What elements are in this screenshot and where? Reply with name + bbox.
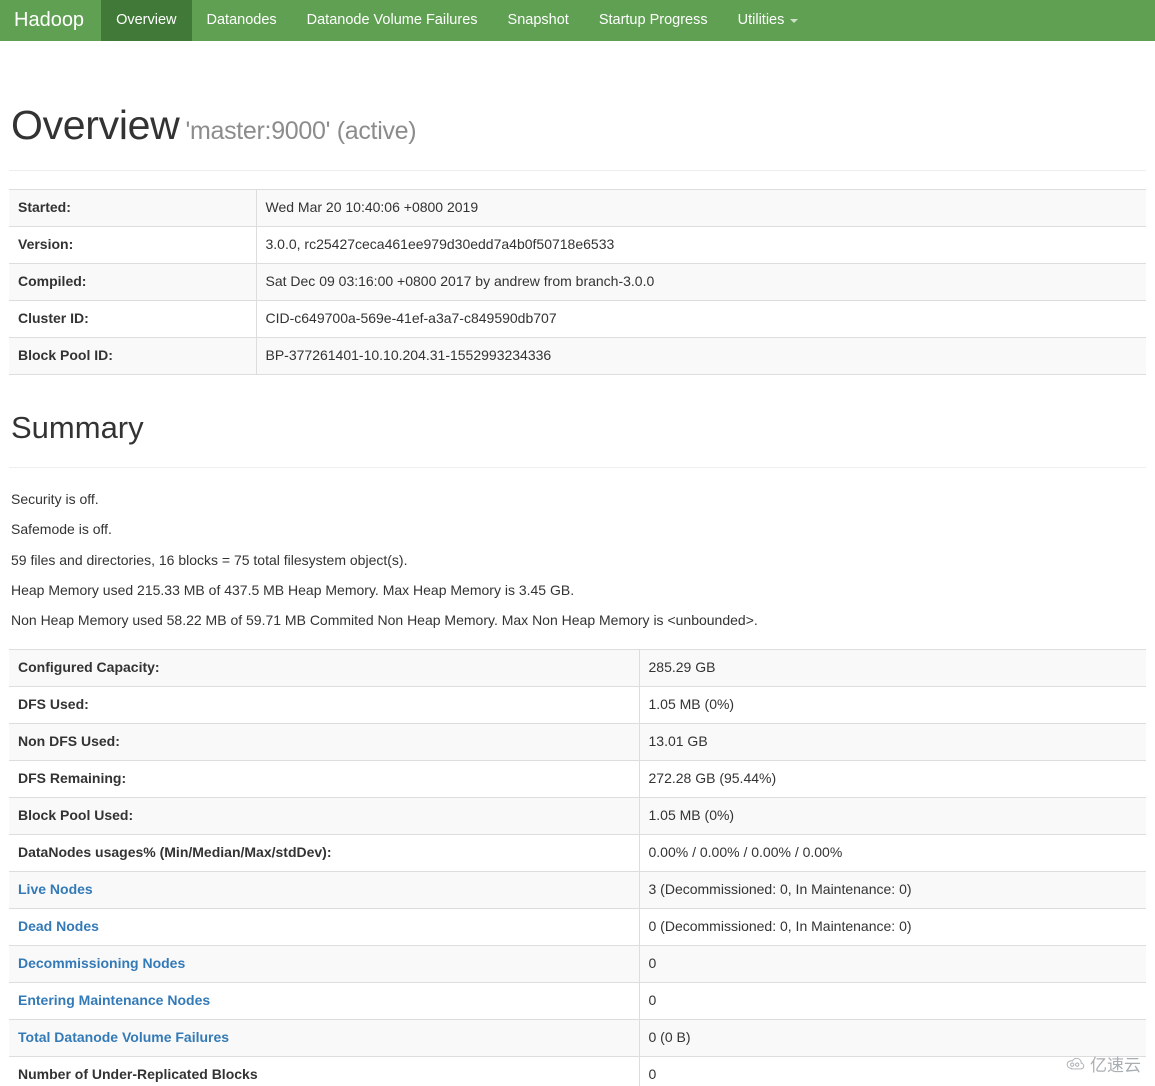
summary-link-entering-maintenance-nodes[interactable]: Entering Maintenance Nodes — [18, 992, 210, 1008]
table-row: Cluster ID: CID-c649700a-569e-41ef-a3a7-c… — [9, 300, 1146, 339]
summary-row-label: Live Nodes — [9, 870, 639, 909]
summary-row-value: 285.29 GB — [638, 648, 1146, 687]
overview-row-value: Wed Mar 20 10:40:06 +0800 2019 — [255, 189, 1146, 228]
summary-link-decommissioning-nodes[interactable]: Decommissioning Nodes — [18, 955, 185, 971]
overview-table: Started: Wed Mar 20 10:40:06 +0800 2019 Ve… — [9, 189, 1146, 376]
summary-row-value: 0 (0 B) — [638, 1018, 1146, 1057]
table-row: Total Datanode Volume Failures 0 (0 B) — [9, 1018, 1146, 1057]
summary-row-value: 13.01 GB — [638, 722, 1146, 761]
summary-row-value: 0 (Decommissioned: 0, In Maintenance: 0) — [638, 907, 1146, 946]
nav-item-label: Startup Progress — [598, 12, 708, 29]
table-row: DFS Remaining: 272.28 GB (95.44%) — [9, 759, 1146, 798]
main-container: Overview'master:9000' (active) Started: W… — [0, 102, 1155, 1086]
summary-row-label: DataNodes usages% (Min/Median/Max/stdDev… — [9, 833, 639, 872]
summary-row-value: 1.05 MB (0%) — [638, 685, 1146, 724]
nav-item-datanodes[interactable]: Datanodes — [192, 0, 292, 41]
table-row: Number of Under-Replicated Blocks 0 — [9, 1055, 1146, 1086]
table-row: Entering Maintenance Nodes 0 — [9, 981, 1146, 1020]
summary-line: 59 files and directories, 16 blocks = 75… — [11, 551, 408, 568]
summary-row-value: 0 — [638, 981, 1146, 1020]
summary-row-label: Configured Capacity: — [9, 648, 639, 687]
table-row: DFS Used: 1.05 MB (0%) — [9, 685, 1146, 724]
hadoop-brand-link[interactable]: Hadoop — [0, 0, 101, 41]
summary-row-label: Non DFS Used: — [9, 722, 639, 761]
summary-heading: Summary — [11, 410, 144, 446]
overview-row-value: 3.0.0, rc25427ceca461ee979d30edd7a4b0f50… — [255, 226, 1146, 265]
summary-row-label: DFS Used: — [9, 685, 639, 724]
chevron-down-icon — [790, 18, 799, 23]
summary-line: Non Heap Memory used 58.22 MB of 59.71 M… — [11, 612, 758, 629]
page-title-subtitle: 'master:9000' (active) — [185, 117, 417, 145]
nav-item-startup-progress[interactable]: Startup Progress — [584, 0, 723, 41]
nav-item-label: Datanode Volume Failures — [306, 12, 478, 29]
top-navbar: Hadoop Overview Datanodes Datanode Volume … — [0, 0, 1155, 41]
overview-row-value: Sat Dec 09 03:16:00 +0800 2017 by andrew… — [255, 263, 1146, 302]
nav-item-label: Overview — [116, 12, 177, 29]
table-row: Non DFS Used: 13.01 GB — [9, 722, 1146, 761]
navbar-menu: Overview Datanodes Datanode Volume Failure… — [101, 0, 813, 41]
table-row: DataNodes usages% (Min/Median/Max/stdDev… — [9, 833, 1146, 872]
table-row: Configured Capacity: 285.29 GB — [9, 648, 1146, 687]
summary-row-label: Block Pool Used: — [9, 796, 639, 835]
overview-row-label: Block Pool ID: — [9, 337, 256, 376]
overview-row-value: BP-377261401-10.10.204.31-1552993234336 — [255, 337, 1146, 376]
summary-link-live-nodes[interactable]: Live Nodes — [18, 881, 93, 897]
page-title: Overview'master:9000' (active) — [11, 102, 1146, 148]
nav-item-overview[interactable]: Overview — [101, 0, 192, 41]
summary-text-block: Security is off. Safemode is off. 59 files… — [9, 489, 1146, 630]
summary-row-label: Entering Maintenance Nodes — [9, 981, 639, 1020]
summary-row-value: 1.05 MB (0%) — [638, 796, 1146, 835]
nav-item-utilities[interactable]: Utilities — [723, 0, 814, 41]
overview-row-value: CID-c649700a-569e-41ef-a3a7-c849590db707 — [255, 300, 1146, 339]
title-divider — [9, 170, 1146, 172]
summary-row-value: 0.00% / 0.00% / 0.00% / 0.00% — [638, 833, 1146, 872]
summary-line: Security is off. — [11, 491, 99, 508]
summary-line: Heap Memory used 215.33 MB of 437.5 MB H… — [11, 582, 575, 599]
summary-row-label: Dead Nodes — [9, 907, 639, 946]
table-row: Block Pool Used: 1.05 MB (0%) — [9, 796, 1146, 835]
table-row: Version: 3.0.0, rc25427ceca461ee979d30edd… — [9, 226, 1146, 265]
table-row: Started: Wed Mar 20 10:40:06 +0800 2019 — [9, 189, 1146, 228]
page-title-text: Overview — [11, 102, 180, 148]
summary-row-value: 0 — [638, 944, 1146, 983]
overview-row-label: Version: — [9, 226, 256, 265]
nav-item-label: Datanodes — [206, 12, 277, 29]
summary-row-label: Decommissioning Nodes — [9, 944, 639, 983]
table-row: Live Nodes 3 (Decommissioned: 0, In Maint… — [9, 870, 1146, 909]
overview-row-label: Cluster ID: — [9, 300, 256, 339]
table-row: Decommissioning Nodes 0 — [9, 944, 1146, 983]
overview-row-label: Started: — [9, 189, 256, 228]
summary-line: Safemode is off. — [11, 521, 112, 538]
table-row: Block Pool ID: BP-377261401-10.10.204.31-… — [9, 337, 1146, 376]
summary-divider — [9, 467, 1146, 469]
summary-row-value: 0 — [638, 1055, 1146, 1086]
summary-row-value: 272.28 GB (95.44%) — [638, 759, 1146, 798]
summary-table: Configured Capacity: 285.29 GB DFS Used: 1.… — [9, 648, 1146, 1086]
overview-row-label: Compiled: — [9, 263, 256, 302]
table-row: Compiled: Sat Dec 09 03:16:00 +0800 2017 … — [9, 263, 1146, 302]
nav-item-label: Snapshot — [507, 12, 569, 29]
nav-item-snapshot[interactable]: Snapshot — [493, 0, 584, 41]
table-row: Dead Nodes 0 (Decommissioned: 0, In Maint… — [9, 907, 1146, 946]
summary-link-dead-nodes[interactable]: Dead Nodes — [18, 918, 99, 934]
summary-row-value: 3 (Decommissioned: 0, In Maintenance: 0) — [638, 870, 1146, 909]
summary-row-label: Total Datanode Volume Failures — [9, 1018, 639, 1057]
summary-row-label: Number of Under-Replicated Blocks — [9, 1055, 639, 1086]
summary-link-total-datanode-volume-failures[interactable]: Total Datanode Volume Failures — [18, 1029, 229, 1045]
nav-item-label: Utilities — [737, 12, 785, 29]
summary-row-label: DFS Remaining: — [9, 759, 639, 798]
nav-item-datanode-volume-failures[interactable]: Datanode Volume Failures — [292, 0, 493, 41]
